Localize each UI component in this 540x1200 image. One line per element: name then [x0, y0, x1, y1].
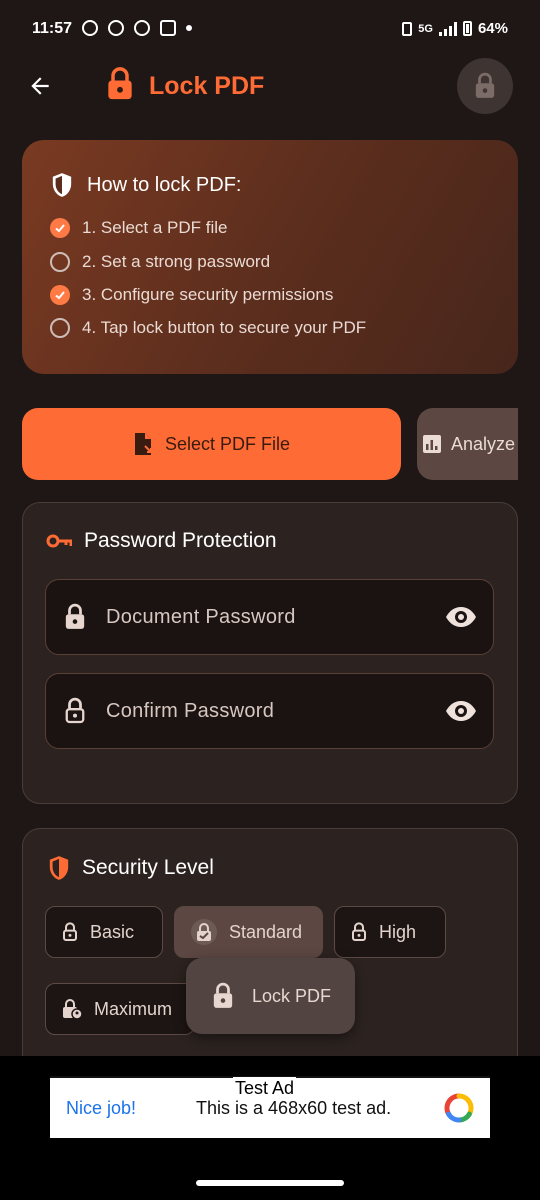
howto-step-1: 1. Select a PDF file — [50, 218, 228, 238]
analyze-button[interactable]: Analyze — [417, 408, 518, 480]
status-right: 5G 64% — [402, 20, 508, 37]
title-lock-icon — [106, 66, 134, 107]
eye-icon[interactable] — [445, 607, 477, 627]
check-circle-icon — [50, 218, 70, 238]
security-level-standard[interactable]: Standard — [174, 906, 323, 958]
lock-outline-icon — [65, 697, 85, 724]
back-button[interactable] — [20, 66, 60, 106]
battery-percent: 64% — [477, 20, 508, 37]
eye-icon[interactable] — [445, 701, 477, 721]
notification-icons — [82, 20, 192, 36]
howto-step-2: 2. Set a strong password — [50, 252, 270, 272]
app-notification-icon — [108, 20, 124, 36]
howto-step-3: 3. Configure security permissions — [50, 285, 333, 305]
ad-text: This is a 468x60 test ad. — [196, 1097, 392, 1118]
shield-icon — [52, 173, 72, 197]
howto-title: How to lock PDF: — [51, 172, 241, 198]
confirm-password-placeholder: Confirm Password — [106, 699, 275, 722]
empty-circle-icon — [50, 318, 70, 338]
ad-headline: Nice job! — [66, 1097, 137, 1118]
home-indicator[interactable] — [196, 1180, 344, 1186]
lock-icon — [213, 982, 233, 1008]
shield-icon — [49, 856, 69, 880]
news-icon — [160, 20, 176, 36]
status-bar: 11:57 5G 64% — [0, 0, 540, 60]
lock-icon — [65, 603, 85, 629]
security-level-basic[interactable]: Basic — [45, 906, 163, 958]
selected-check-icon — [191, 919, 217, 945]
whatsapp-icon — [82, 20, 98, 36]
arrow-left-icon — [31, 77, 49, 95]
vpn-icon — [134, 20, 150, 36]
lock-outline-icon — [352, 922, 366, 941]
lock-pdf-fab[interactable]: Lock PDF — [186, 958, 355, 1034]
security-level-high[interactable]: High — [334, 906, 446, 958]
ad-logo-icon — [444, 1093, 474, 1123]
check-circle-icon — [50, 285, 70, 305]
security-level-maximum[interactable]: Maximum — [45, 983, 195, 1035]
analytics-icon — [423, 435, 441, 453]
network-type: 5G — [418, 22, 433, 35]
file-select-icon — [134, 433, 152, 455]
empty-circle-icon — [50, 252, 70, 272]
confirm-password-field[interactable]: Confirm Password — [45, 673, 494, 749]
vibrate-icon — [402, 21, 413, 36]
lock-action-button[interactable] — [457, 58, 513, 114]
document-password-placeholder: Document Password — [106, 605, 296, 628]
lock-outline-icon — [63, 922, 77, 941]
security-section-title: Security Level — [48, 855, 214, 881]
lock-person-icon — [63, 999, 82, 1020]
status-time: 11:57 — [32, 20, 73, 37]
select-pdf-button[interactable]: Select PDF File — [22, 408, 401, 480]
more-notifications-dot-icon — [186, 25, 192, 31]
signal-icon — [438, 21, 457, 36]
battery-icon — [462, 21, 472, 36]
password-section-title: Password Protection — [46, 529, 277, 553]
lock-icon — [475, 72, 495, 98]
document-password-field[interactable]: Document Password — [45, 579, 494, 655]
key-icon — [46, 534, 72, 548]
page-title: Lock PDF — [149, 72, 265, 100]
ad-tag: Test Ad — [233, 1077, 297, 1099]
howto-step-4: 4. Tap lock button to secure your PDF — [50, 318, 366, 338]
